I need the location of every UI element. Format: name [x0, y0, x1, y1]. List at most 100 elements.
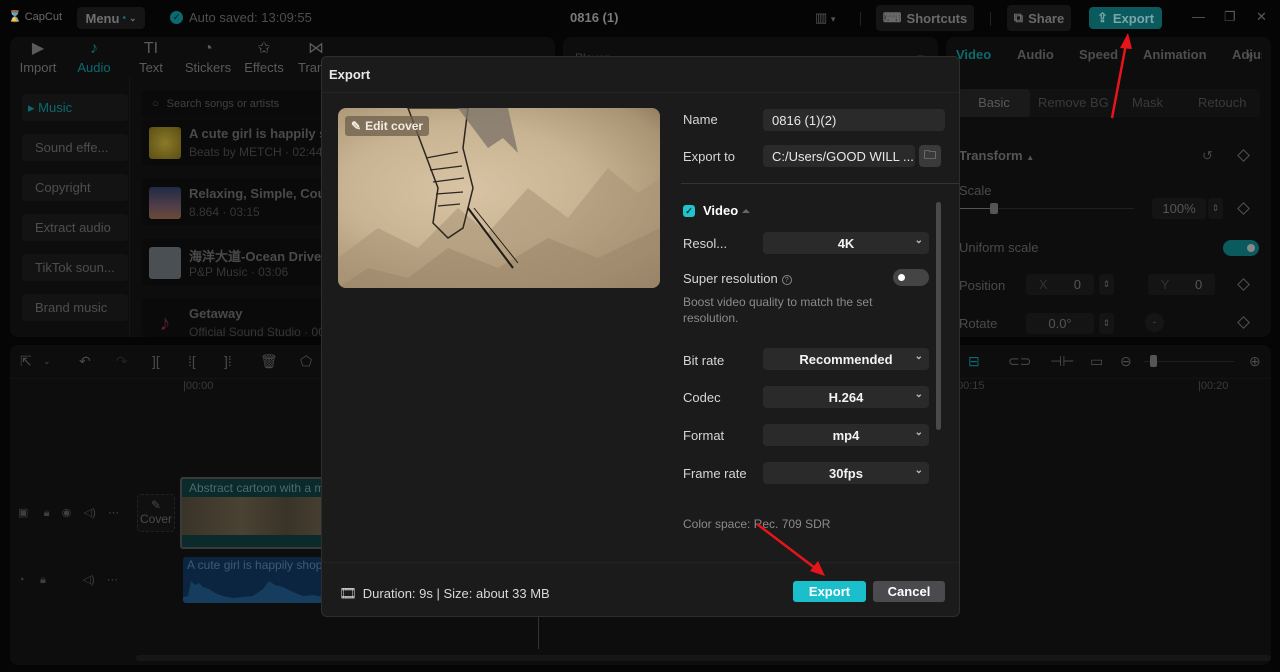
resolution-select[interactable]: 4K ⌄	[763, 232, 929, 254]
redo-icon[interactable]: ↷	[116, 353, 128, 370]
export-button-top[interactable]: ⇪ Export	[1089, 7, 1162, 29]
edit-cover-button[interactable]: ✎ Edit cover	[345, 116, 430, 136]
chevron-down-icon[interactable]: ⌄	[43, 356, 51, 367]
stepper-icon[interactable]: ⇕	[1099, 274, 1114, 295]
song-item[interactable]: Relaxing, Simple, Cou 8.864 · 03:15	[142, 179, 342, 225]
subtab-retouch[interactable]: Retouch	[1198, 95, 1246, 110]
undo-icon[interactable]: ↶	[79, 353, 91, 370]
tab-text[interactable]: TI Text	[123, 40, 179, 75]
rotate-dial[interactable]: -	[1145, 313, 1164, 332]
tab-audio-props[interactable]: Audio	[1017, 47, 1054, 62]
restore-icon[interactable]: ❐	[1224, 9, 1236, 25]
tab-speed[interactable]: Speed	[1079, 47, 1118, 62]
scale-value-field[interactable]: 100%	[1152, 198, 1206, 219]
collapse-caret-icon[interactable]	[742, 209, 750, 213]
zoom-out-icon[interactable]: ⊖	[1120, 353, 1132, 370]
song-item[interactable]: A cute girl is happily s Beats by METCH …	[142, 119, 342, 165]
zoom-in-icon[interactable]: ⊕	[1249, 353, 1261, 370]
zoom-slider-handle[interactable]	[1150, 355, 1157, 367]
dialog-scrollbar[interactable]	[936, 202, 941, 430]
marker-icon[interactable]: ⬠	[300, 353, 312, 370]
scale-slider-handle[interactable]	[990, 203, 998, 214]
export-path-input[interactable]: C:/Users/GOOD WILL ...	[763, 145, 915, 167]
stepper-icon[interactable]: ⇕	[1208, 198, 1223, 219]
uniform-scale-toggle[interactable]	[1223, 240, 1259, 256]
film-icon: 🎞︎	[339, 585, 357, 601]
trim-left-icon[interactable]: ⁞[	[188, 353, 196, 369]
cover-preview: ✎ Edit cover	[338, 108, 660, 288]
codec-select[interactable]: H.264 ⌄	[763, 386, 929, 408]
scale-slider-fill	[959, 208, 994, 209]
align-icon[interactable]: ⊣⊢	[1050, 353, 1074, 370]
position-x-field[interactable]: X0	[1026, 274, 1094, 295]
search-input[interactable]: ○ Search songs or artists	[142, 90, 337, 118]
category-copyright[interactable]: Copyright	[22, 174, 128, 201]
rotate-field[interactable]: 0.0°	[1026, 313, 1094, 334]
eye-icon[interactable]: ◉	[62, 507, 72, 519]
tab-audio[interactable]: ♪ Audio	[66, 40, 122, 75]
chevron-down-icon: ⌄	[914, 389, 923, 400]
name-input[interactable]: 0816 (1)(2)	[763, 109, 945, 131]
song-item[interactable]: ♪ Getaway Official Sound Studio · 00	[142, 299, 342, 337]
bitrate-select[interactable]: Recommended ⌄	[763, 348, 929, 370]
export-button[interactable]: Export	[793, 581, 866, 602]
subtab-mask[interactable]: Mask	[1132, 95, 1163, 110]
position-y-field[interactable]: Y0	[1148, 274, 1215, 295]
delete-icon[interactable]: 🗑	[260, 353, 278, 370]
lock-icon[interactable]: 🔒︎	[44, 507, 50, 519]
more-tabs-icon[interactable]: »	[1246, 47, 1253, 62]
song-thumbnail	[149, 247, 181, 279]
help-icon[interactable]: ?	[781, 275, 792, 285]
split-icon[interactable]: ][	[152, 353, 160, 369]
speaker-icon[interactable]: ◁)	[82, 574, 94, 586]
audio-icon: ♪	[90, 40, 98, 57]
tab-import[interactable]: ▶ Import	[10, 40, 66, 75]
menu-button[interactable]: Menu • ⌄	[77, 7, 145, 29]
zoom-slider[interactable]	[1144, 361, 1234, 362]
category-tiktok-sounds[interactable]: TikTok soun...	[22, 254, 128, 281]
category-extract-audio[interactable]: Extract audio	[22, 214, 128, 241]
magnet-icon[interactable]: ⊟	[968, 353, 980, 370]
frame-rate-select[interactable]: 30fps ⌄	[763, 462, 929, 484]
minimize-icon[interactable]: —	[1192, 9, 1205, 24]
song-item[interactable]: 海洋大道-Ocean Drive P&P Music · 03:06	[142, 239, 342, 285]
video-checkbox[interactable]: ✓	[683, 205, 695, 217]
preview-zoom-icon[interactable]: ▭	[1090, 353, 1103, 370]
transform-section-title[interactable]: Transform ▲	[959, 148, 1034, 163]
subtab-remove-bg[interactable]: Remove BG	[1038, 95, 1109, 110]
folder-icon[interactable]: 🗀	[919, 145, 941, 167]
format-select[interactable]: mp4 ⌄	[763, 424, 929, 446]
tab-stickers[interactable]: ◔ Stickers	[180, 40, 236, 75]
tab-effects[interactable]: ✩ Effects	[236, 40, 292, 75]
playhead[interactable]	[538, 617, 539, 649]
tab-animation[interactable]: Animation	[1143, 47, 1207, 62]
category-music[interactable]: ▸ Music	[22, 94, 128, 121]
share-button[interactable]: ⧉ Share	[1007, 5, 1071, 31]
stepper-icon[interactable]: ⇕	[1099, 313, 1114, 334]
speaker-icon[interactable]: ◁)	[84, 507, 96, 519]
divider	[322, 562, 959, 563]
tab-video[interactable]: Video	[956, 47, 991, 62]
subtab-basic[interactable]: Basic	[958, 89, 1030, 117]
trim-right-icon[interactable]: ]⁞	[224, 353, 232, 369]
lock-icon[interactable]: 🔒︎	[40, 574, 46, 586]
resolution-label: Resol...	[683, 236, 728, 251]
cover-button[interactable]: ✎ Cover	[137, 494, 175, 532]
ruler-label: |00:20	[1198, 380, 1229, 392]
video-clip[interactable]: Abstract cartoon with a m	[180, 477, 330, 549]
link-icon[interactable]: ⊂⊃	[1008, 353, 1031, 370]
cancel-button[interactable]: Cancel	[873, 581, 945, 602]
more-icon[interactable]: ⋯	[107, 574, 118, 586]
scale-label: Scale	[959, 183, 992, 198]
close-icon[interactable]: ✕	[1256, 9, 1267, 25]
super-resolution-toggle[interactable]	[893, 269, 929, 286]
select-cursor-icon[interactable]: ⇱	[20, 353, 32, 370]
layout-icon[interactable]: ▥ ▾	[815, 10, 835, 26]
shortcuts-button[interactable]: ⌨ Shortcuts	[876, 5, 974, 31]
more-icon[interactable]: ⋯	[108, 507, 119, 519]
category-brand-music[interactable]: Brand music	[22, 294, 128, 321]
category-sound-effects[interactable]: Sound effe...	[22, 134, 128, 161]
audio-clip[interactable]: A cute girl is happily shop	[183, 557, 333, 603]
reset-icon[interactable]: ↺	[1202, 148, 1213, 164]
timeline-scrollbar[interactable]	[136, 655, 1271, 661]
